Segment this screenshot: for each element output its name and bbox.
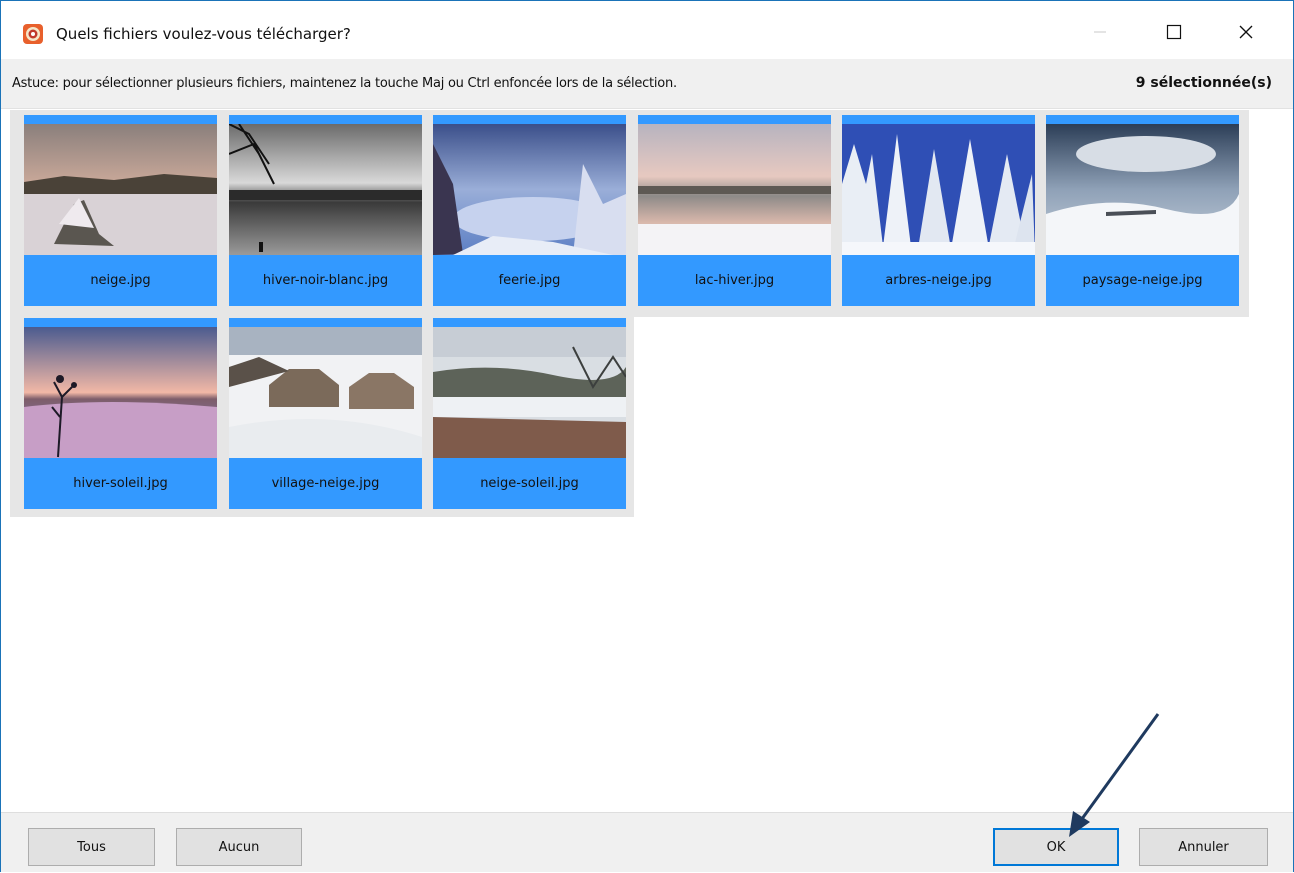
file-thumbnail <box>433 124 626 255</box>
download-dialog: Quels fichiers voulez-vous télécharger? … <box>0 0 1294 872</box>
title-bar[interactable]: Quels fichiers voulez-vous télécharger? <box>1 1 1293 59</box>
close-button[interactable] <box>1223 15 1269 49</box>
file-item[interactable]: hiver-noir-blanc.jpg <box>229 115 422 306</box>
button-bar: Tous Aucun OK Annuler <box>1 812 1293 872</box>
file-item[interactable]: paysage-neige.jpg <box>1046 115 1239 306</box>
select-all-button[interactable]: Tous <box>28 828 155 866</box>
minimize-button[interactable] <box>1077 15 1123 49</box>
file-thumbnail <box>433 327 626 458</box>
file-thumbnail <box>24 124 217 255</box>
file-name: lac-hiver.jpg <box>694 273 775 288</box>
file-thumbnail <box>1046 124 1239 255</box>
file-name: neige-soleil.jpg <box>480 476 579 491</box>
file-name: feerie.jpg <box>498 273 561 288</box>
file-item[interactable]: neige-soleil.jpg <box>433 318 626 509</box>
file-name: village-neige.jpg <box>271 476 380 491</box>
minimize-icon <box>1094 31 1106 33</box>
file-thumbnail <box>638 124 831 255</box>
file-item[interactable]: arbres-neige.jpg <box>842 115 1035 306</box>
file-thumbnail <box>229 124 422 255</box>
cancel-button[interactable]: Annuler <box>1139 828 1268 866</box>
file-item[interactable]: village-neige.jpg <box>229 318 422 509</box>
window-title: Quels fichiers voulez-vous télécharger? <box>56 25 351 43</box>
file-item[interactable]: lac-hiver.jpg <box>638 115 831 306</box>
file-name: neige.jpg <box>90 273 151 288</box>
file-name: paysage-neige.jpg <box>1082 273 1203 288</box>
ok-button[interactable]: OK <box>993 828 1119 866</box>
selection-count: 9 sélectionnée(s) <box>1135 75 1272 91</box>
close-icon <box>1239 25 1253 39</box>
file-name: arbres-neige.jpg <box>885 273 992 288</box>
file-item[interactable]: feerie.jpg <box>433 115 626 306</box>
hint-bar: Astuce: pour sélectionner plusieurs fich… <box>1 59 1293 109</box>
select-none-button[interactable]: Aucun <box>176 828 302 866</box>
hint-text: Astuce: pour sélectionner plusieurs fich… <box>12 76 677 91</box>
maximize-button[interactable] <box>1151 15 1197 49</box>
maximize-icon <box>1166 24 1182 40</box>
file-name: hiver-noir-blanc.jpg <box>262 273 389 288</box>
file-thumbnail <box>24 327 217 458</box>
file-item[interactable]: neige.jpg <box>24 115 217 306</box>
app-icon <box>23 24 43 44</box>
file-thumbnail <box>229 327 422 458</box>
file-name: hiver-soleil.jpg <box>73 476 168 491</box>
file-item[interactable]: hiver-soleil.jpg <box>24 318 217 509</box>
file-thumbnail <box>842 124 1035 255</box>
